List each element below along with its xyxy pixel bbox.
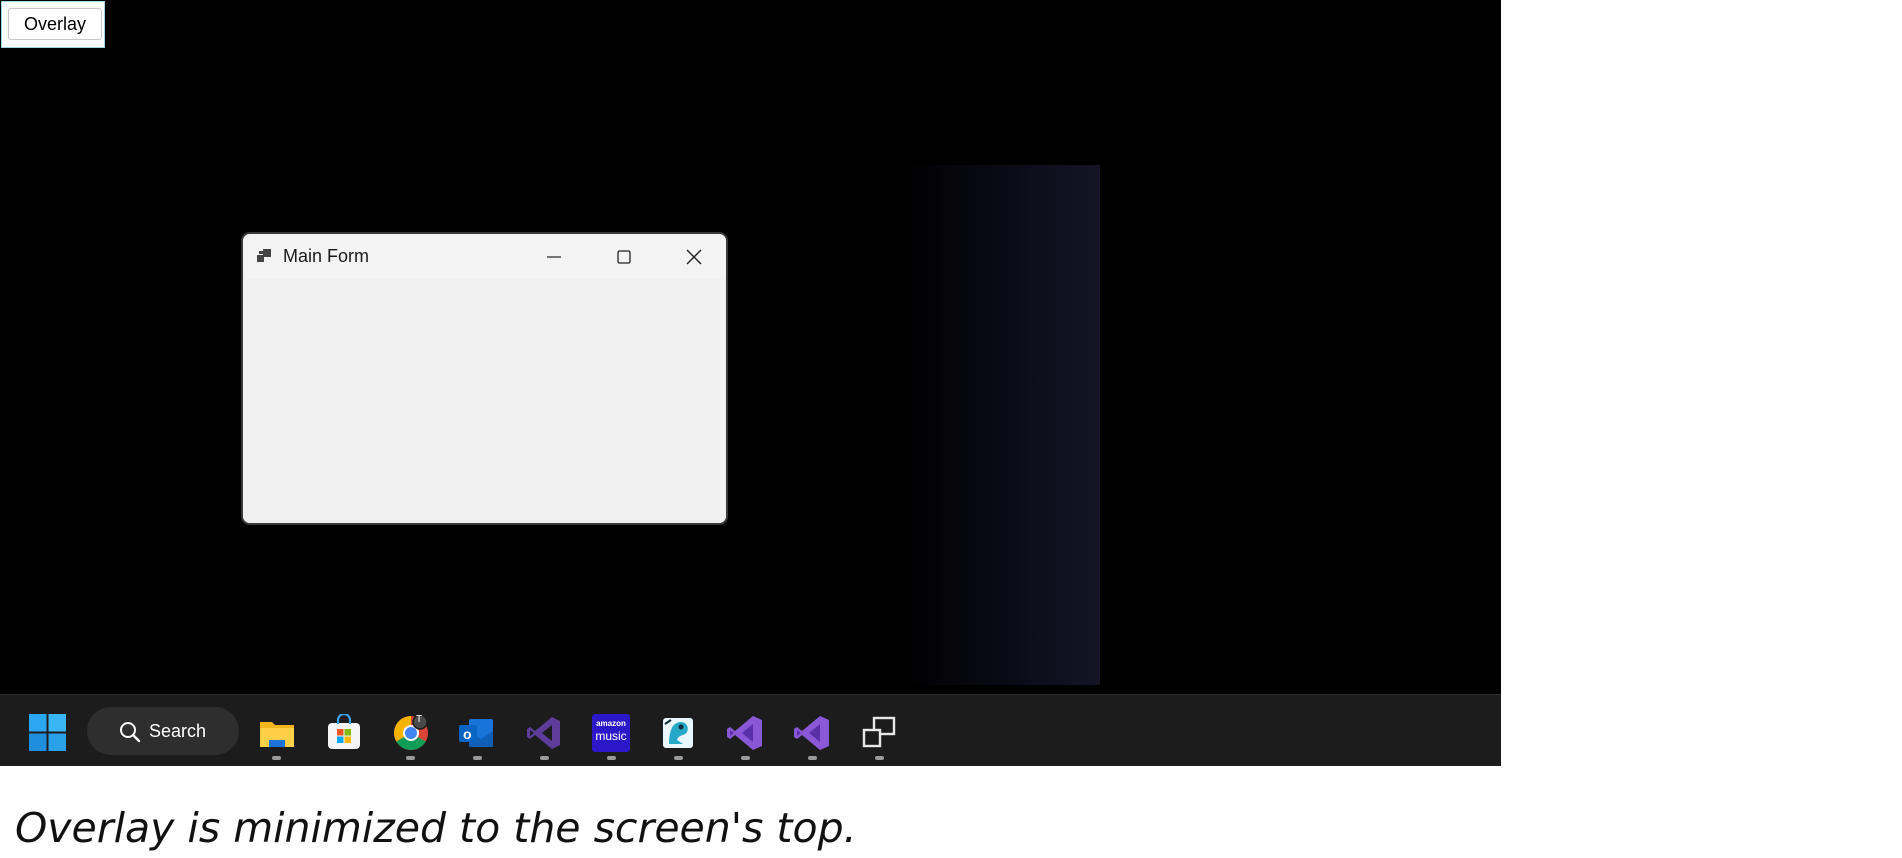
chrome-profile-badge: T <box>416 714 423 725</box>
running-indicator <box>808 756 817 760</box>
desktop-glow <box>900 165 1100 685</box>
running-indicator <box>875 756 884 760</box>
amazon-music-button[interactable]: amazon music <box>592 714 630 752</box>
overlay-window: Overlay <box>1 1 105 48</box>
chrome-button[interactable]: T <box>392 714 430 752</box>
overlay-button[interactable]: Overlay <box>8 8 102 40</box>
windows-forms-icon[interactable] <box>860 714 898 752</box>
close-button[interactable] <box>662 234 726 279</box>
app-icon[interactable] <box>659 714 697 752</box>
running-indicator <box>406 756 415 760</box>
outlook-button[interactable]: o <box>457 714 495 752</box>
visual-studio-icon[interactable] <box>726 714 764 752</box>
microsoft-store-icon[interactable] <box>325 714 363 752</box>
vscode-icon[interactable] <box>525 714 563 752</box>
visual-studio-icon[interactable] <box>793 714 831 752</box>
search-label: Search <box>149 721 207 741</box>
title-bar[interactable]: Main Form <box>243 234 726 279</box>
window-client-area <box>243 279 726 523</box>
outlook-letter: o <box>463 726 472 742</box>
chrome-icon <box>394 714 428 750</box>
running-indicator <box>540 756 549 760</box>
minimize-button[interactable] <box>522 234 586 279</box>
file-explorer-icon[interactable] <box>258 714 296 752</box>
minimize-icon <box>547 255 561 258</box>
running-indicator <box>473 756 482 760</box>
close-icon <box>686 249 702 264</box>
maximize-icon <box>617 249 631 264</box>
taskbar-search[interactable]: Search <box>87 707 239 755</box>
app-icon <box>257 249 271 262</box>
maximize-button[interactable] <box>592 234 656 279</box>
taskbar: Search T o amazon music <box>0 694 1501 766</box>
main-form-window: Main Form <box>241 232 728 525</box>
running-indicator <box>272 756 281 760</box>
amazon-music-text-top: amazon <box>596 719 626 728</box>
amazon-music-text-bottom: music <box>595 729 627 743</box>
window-title: Main Form <box>283 246 370 266</box>
running-indicator <box>674 756 683 760</box>
desktop: Overlay Main Form <box>0 0 1501 694</box>
caption-text: Overlay is minimized to the screen's top… <box>15 804 857 852</box>
search-icon <box>120 722 141 743</box>
running-indicator <box>607 756 616 760</box>
running-indicator <box>741 756 750 760</box>
windows-start-icon[interactable] <box>29 714 66 751</box>
